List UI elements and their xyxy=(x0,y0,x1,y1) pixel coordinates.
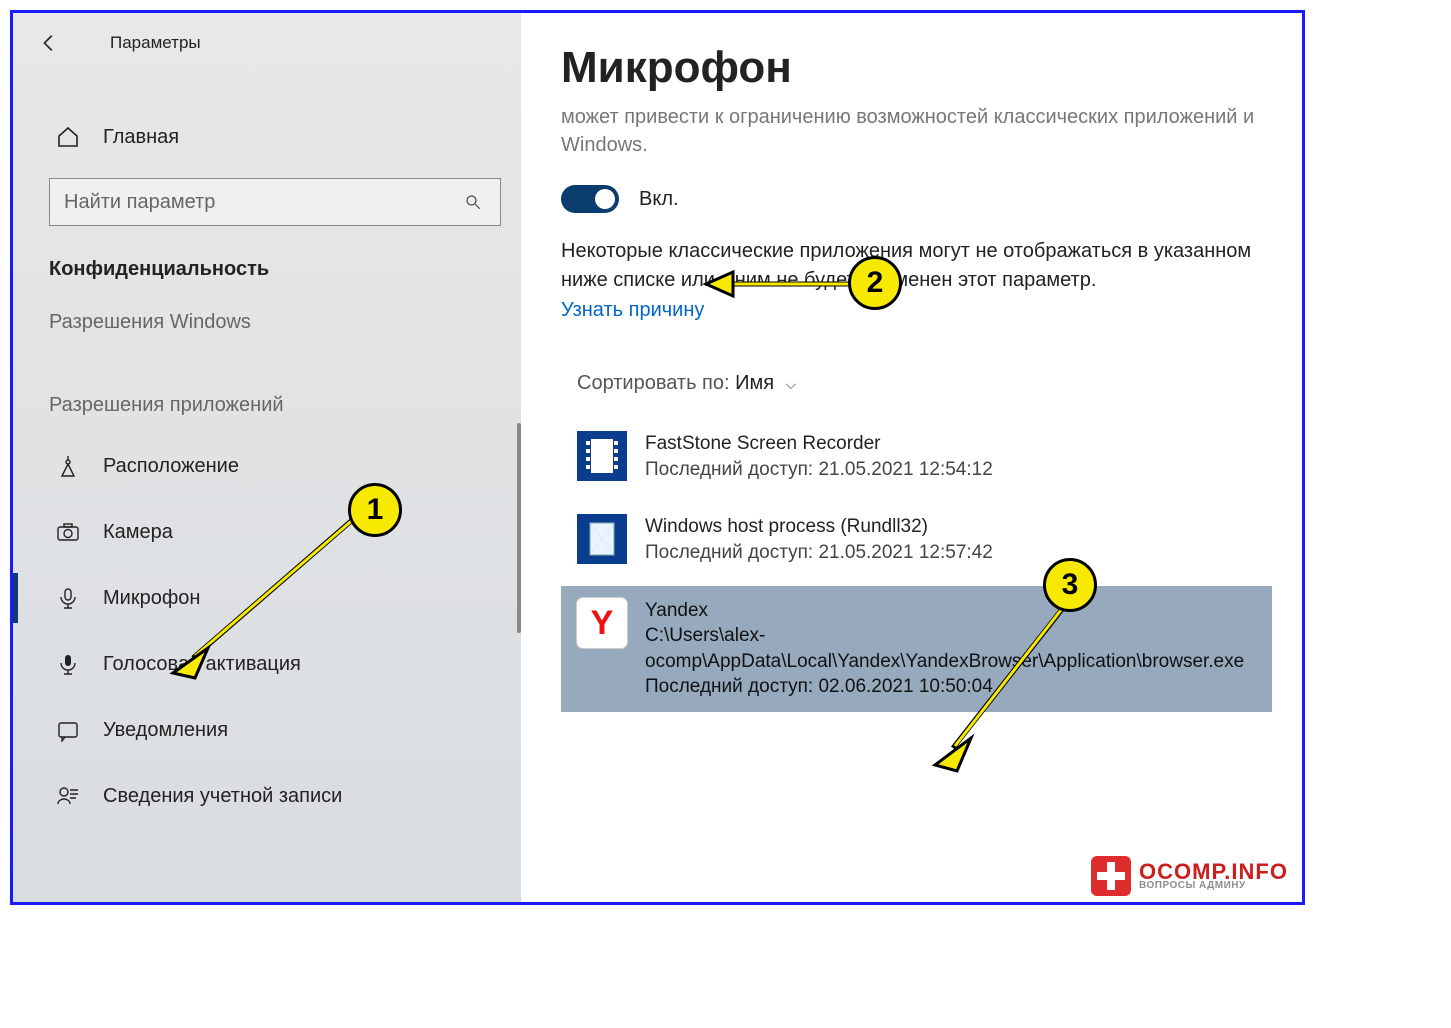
sidebar-item-label: Сведения учетной записи xyxy=(103,785,342,808)
annotation-badge-2: 2 xyxy=(848,256,902,310)
voice-icon xyxy=(55,651,81,677)
note-text: Некоторые классические приложения могут … xyxy=(561,237,1272,295)
arrow-left-icon xyxy=(38,32,60,54)
svg-text:Y: Y xyxy=(591,604,614,642)
mic-access-toggle[interactable] xyxy=(561,185,619,213)
description-text: может привести к ограничению возможносте… xyxy=(561,103,1272,159)
sort-control[interactable]: Сортировать по: Имя ⌵ xyxy=(561,372,1272,395)
sidebar-item-account-info[interactable]: Сведения учетной записи xyxy=(13,763,521,829)
settings-window: Параметры Главная Найти параметр Конфиде… xyxy=(10,10,1305,905)
sidebar-item-label: Уведомления xyxy=(103,719,228,742)
sidebar-group-apps: Разрешения приложений xyxy=(13,374,521,427)
nav-home[interactable]: Главная xyxy=(13,108,521,166)
sidebar: Параметры Главная Найти параметр Конфиде… xyxy=(13,13,521,902)
file-icon xyxy=(577,514,627,564)
sidebar-item-location[interactable]: Расположение xyxy=(13,433,521,499)
toggle-label: Вкл. xyxy=(639,188,679,211)
microphone-icon xyxy=(55,585,81,611)
page-title: Микрофон xyxy=(561,43,1272,93)
learn-why-link[interactable]: Узнать причину xyxy=(561,299,704,322)
app-last-access: Последний доступ: 21.05.2021 12:57:42 xyxy=(645,540,993,566)
search-input[interactable]: Найти параметр xyxy=(49,178,501,226)
camera-icon xyxy=(55,519,81,545)
yandex-icon: Y xyxy=(577,598,627,648)
back-button[interactable] xyxy=(33,27,65,59)
sidebar-section-title: Конфиденциальность xyxy=(13,238,521,291)
app-row-yandex[interactable]: Y Yandex C:\Users\alex-ocomp\AppData\Loc… xyxy=(561,586,1272,713)
watermark: OCOMP.INFO ВОПРОСЫ АДМИНУ xyxy=(1091,856,1288,896)
search-placeholder: Найти параметр xyxy=(64,191,215,214)
notification-icon xyxy=(55,717,81,743)
main-content: Микрофон может привести к ограничению во… xyxy=(521,13,1302,902)
home-icon xyxy=(55,124,81,150)
search-icon xyxy=(464,193,482,211)
watermark-cross-icon xyxy=(1091,856,1131,896)
account-icon xyxy=(55,783,81,809)
sort-value: Имя xyxy=(735,372,774,394)
app-row-rundll32[interactable]: Windows host process (Rundll32) Последни… xyxy=(561,502,1272,577)
sidebar-item-label: Расположение xyxy=(103,455,239,478)
annotation-arrow-2 xyxy=(701,266,861,306)
film-icon xyxy=(577,431,627,481)
chevron-down-icon: ⌵ xyxy=(786,376,797,392)
app-title: Параметры xyxy=(110,33,201,53)
annotation-badge-3: 3 xyxy=(1043,558,1097,612)
app-name: Windows host process (Rundll32) xyxy=(645,514,993,540)
location-icon xyxy=(55,453,81,479)
sidebar-group-windows: Разрешения Windows xyxy=(13,291,521,344)
annotation-arrow-1 xyxy=(163,503,373,683)
sort-label: Сортировать по: xyxy=(577,372,730,394)
annotation-badge-1: 1 xyxy=(348,483,402,537)
annotation-arrow-3 xyxy=(923,593,1083,773)
app-list: FastStone Screen Recorder Последний дост… xyxy=(561,419,1272,712)
app-row-faststone[interactable]: FastStone Screen Recorder Последний дост… xyxy=(561,419,1272,494)
sidebar-item-notifications[interactable]: Уведомления xyxy=(13,697,521,763)
app-last-access: Последний доступ: 21.05.2021 12:54:12 xyxy=(645,457,993,483)
app-name: FastStone Screen Recorder xyxy=(645,431,993,457)
nav-home-label: Главная xyxy=(103,126,179,149)
